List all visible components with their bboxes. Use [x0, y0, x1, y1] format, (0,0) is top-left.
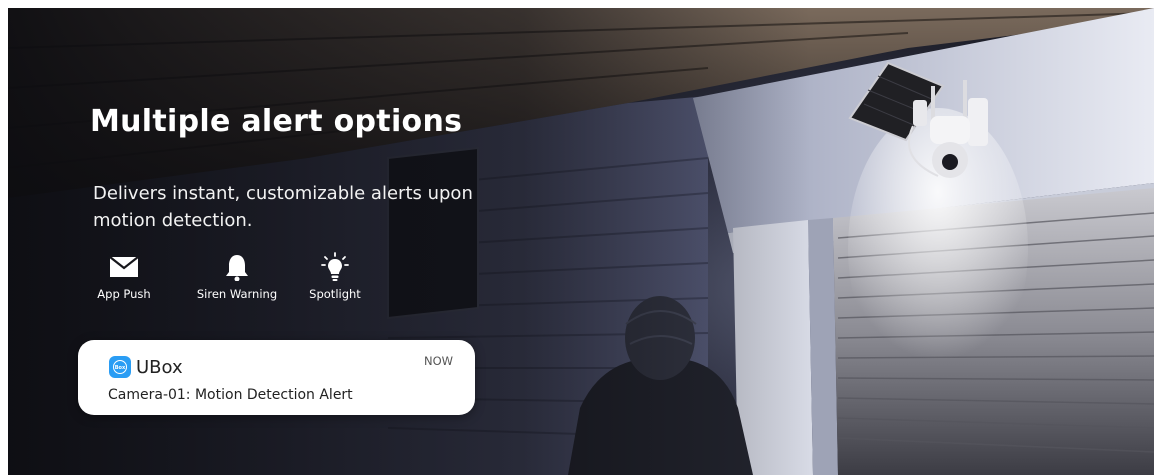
feature-label: Spotlight: [309, 287, 361, 301]
envelope-icon: [109, 252, 139, 282]
feature-label: Siren Warning: [196, 287, 278, 301]
app-name: UBox: [136, 356, 183, 378]
ubox-app-icon: Box: [109, 356, 131, 378]
feature-siren-warning: Siren Warning: [182, 252, 292, 301]
feature-spotlight: Spotlight: [299, 252, 371, 301]
bell-icon: [225, 252, 249, 282]
notification-app: Box UBox: [109, 356, 183, 378]
notification-message: Camera-01: Motion Detection Alert: [108, 387, 353, 403]
notification-time: NOW: [423, 354, 453, 368]
feature-label: App Push: [97, 287, 151, 301]
light-bulb-icon: [321, 252, 349, 282]
hero-banner: Multiple alert options Delivers instant,…: [8, 8, 1154, 475]
headline: Multiple alert options: [90, 104, 463, 139]
feature-app-push: App Push: [84, 252, 164, 301]
subheadline: Delivers instant, customizable alerts up…: [93, 183, 473, 231]
push-notification-card[interactable]: Box UBox NOW Camera-01: Motion Detection…: [78, 340, 475, 415]
alert-feature-list: App Push Siren Warning Spotlight: [84, 252, 384, 312]
